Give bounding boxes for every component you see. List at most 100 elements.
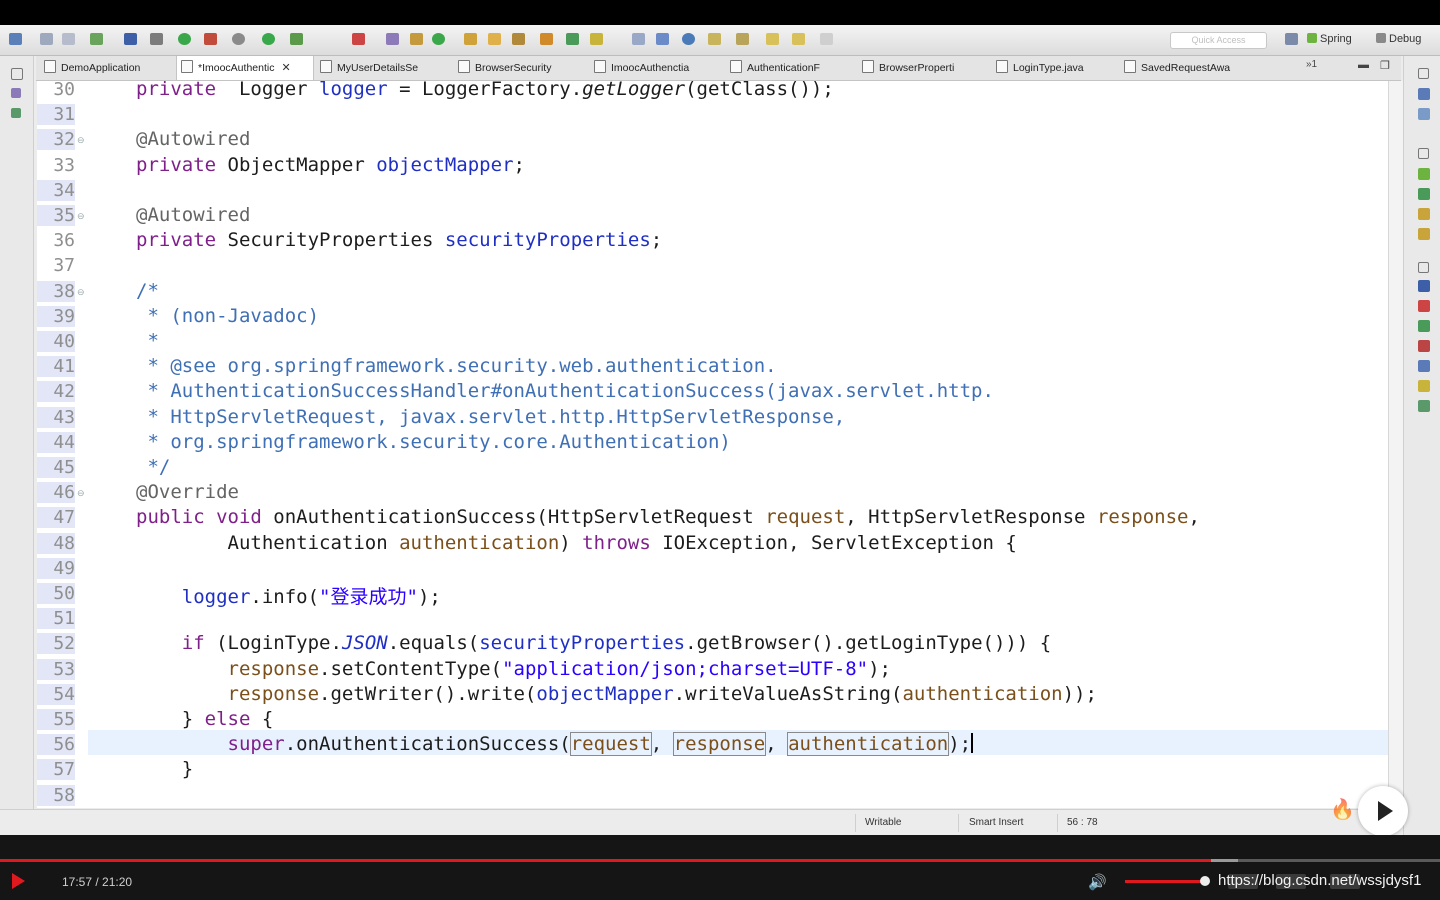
new-class-icon[interactable] bbox=[352, 33, 365, 45]
code-line[interactable]: response.getWriter().write(objectMapper.… bbox=[136, 683, 1097, 705]
restore-icon[interactable] bbox=[1418, 262, 1429, 273]
code-line[interactable]: * @see org.springframework.security.web.… bbox=[136, 355, 776, 377]
restore-icon[interactable] bbox=[1418, 68, 1429, 79]
brush-icon[interactable] bbox=[590, 33, 603, 45]
code-line[interactable]: @Override bbox=[136, 481, 239, 503]
restore-icon[interactable] bbox=[11, 68, 23, 80]
code-line[interactable]: /* bbox=[136, 280, 159, 302]
refresh-icon[interactable] bbox=[432, 33, 445, 45]
layout-icon[interactable] bbox=[632, 33, 645, 45]
spring-explorer-icon[interactable] bbox=[1418, 168, 1430, 180]
code-line[interactable]: */ bbox=[136, 456, 170, 478]
globe-icon[interactable] bbox=[682, 33, 695, 45]
run-icon[interactable] bbox=[262, 33, 275, 45]
open-perspective-icon[interactable] bbox=[1285, 33, 1298, 45]
code-line[interactable]: public void onAuthenticationSuccess(Http… bbox=[136, 506, 1200, 528]
code-line[interactable]: * HttpServletRequest, javax.servlet.http… bbox=[136, 406, 845, 428]
volume-icon[interactable]: 🔊 bbox=[1088, 873, 1107, 891]
tab-my-user-details[interactable]: MyUserDetailsSe bbox=[318, 56, 448, 80]
code-line[interactable]: super.onAuthenticationSuccess(request, r… bbox=[136, 732, 974, 757]
new-file-icon[interactable] bbox=[9, 33, 22, 45]
fold-collapse-icon[interactable]: ⊖ bbox=[77, 211, 85, 222]
call-hierarchy-icon[interactable] bbox=[1418, 400, 1430, 412]
save-all-icon[interactable] bbox=[62, 33, 75, 45]
back-icon[interactable] bbox=[766, 33, 779, 45]
code-line[interactable]: } else { bbox=[136, 708, 274, 730]
perspective-spring[interactable]: Spring bbox=[1307, 33, 1352, 45]
forward-disabled-icon[interactable] bbox=[820, 33, 833, 45]
external-tools-icon[interactable] bbox=[290, 33, 303, 45]
tab-imooc-authenctia[interactable]: ImoocAuthenctia bbox=[592, 56, 724, 80]
settings-gear-icon[interactable] bbox=[232, 33, 245, 45]
junit-icon[interactable] bbox=[1418, 228, 1430, 240]
debug-icon[interactable] bbox=[178, 33, 191, 45]
code-line[interactable]: * (non-Javadoc) bbox=[136, 305, 319, 327]
type-hierarchy-icon[interactable] bbox=[11, 108, 21, 118]
tab-demo-application[interactable]: DemoApplication bbox=[40, 56, 172, 80]
search-icon[interactable] bbox=[464, 33, 477, 45]
skip-breakpoints-icon[interactable] bbox=[150, 33, 163, 45]
volume-knob[interactable] bbox=[1200, 876, 1210, 886]
fold-collapse-icon[interactable]: ⊖ bbox=[77, 135, 85, 146]
maximize-icon[interactable]: ❐ bbox=[1380, 59, 1390, 72]
tab-browser-security[interactable]: BrowserSecurity bbox=[456, 56, 586, 80]
open-type-icon[interactable] bbox=[386, 33, 399, 45]
play-icon[interactable] bbox=[12, 873, 25, 889]
bookmark-icon[interactable] bbox=[540, 33, 553, 45]
progress-icon[interactable] bbox=[1418, 340, 1430, 352]
outline-icon[interactable] bbox=[1418, 88, 1430, 100]
git-icon[interactable] bbox=[1418, 188, 1430, 200]
pin-icon[interactable] bbox=[566, 33, 579, 45]
terminal-icon[interactable] bbox=[124, 33, 137, 45]
tab-saved-request[interactable]: SavedRequestAwa bbox=[1124, 56, 1264, 80]
folder-icon[interactable] bbox=[488, 33, 501, 45]
package-explorer-icon[interactable] bbox=[11, 88, 21, 98]
spring-boot-icon[interactable] bbox=[204, 33, 217, 45]
tab-imooc-authentic[interactable]: *ImoocAuthentic ✕ bbox=[176, 56, 314, 80]
code-line[interactable]: response.setContentType("application/jso… bbox=[136, 658, 891, 680]
pen-icon[interactable] bbox=[512, 33, 525, 45]
code-line[interactable]: * bbox=[136, 330, 158, 352]
task-list-icon[interactable] bbox=[1418, 108, 1430, 120]
code-line[interactable]: Authentication authentication) throws IO… bbox=[136, 532, 1017, 554]
close-icon[interactable]: ✕ bbox=[281, 62, 290, 74]
code-line[interactable]: @Autowired bbox=[136, 204, 250, 226]
perspective-debug[interactable]: Debug bbox=[1376, 33, 1421, 45]
code-line[interactable]: * org.springframework.security.core.Auth… bbox=[136, 431, 730, 453]
code-line[interactable]: } bbox=[136, 758, 193, 780]
search-results-icon[interactable] bbox=[1418, 360, 1430, 372]
history-icon[interactable] bbox=[1418, 380, 1430, 392]
open-task-icon[interactable] bbox=[410, 33, 423, 45]
code-line[interactable]: private Logger logger = LoggerFactory.ge… bbox=[136, 81, 834, 100]
code-line[interactable]: private SecurityProperties securityPrope… bbox=[136, 229, 662, 251]
problems-icon[interactable] bbox=[1418, 300, 1430, 312]
code-line[interactable]: logger.info("登录成功"); bbox=[136, 582, 441, 609]
save-icon[interactable] bbox=[40, 33, 53, 45]
tab-login-type[interactable]: LoginType.java bbox=[996, 56, 1120, 80]
volume-slider[interactable] bbox=[1125, 880, 1205, 883]
database-icon[interactable] bbox=[1418, 208, 1430, 220]
next-annotation-icon[interactable] bbox=[708, 33, 721, 45]
tab-browser-properti[interactable]: BrowserProperti bbox=[862, 56, 992, 80]
code-line[interactable]: @Autowired bbox=[136, 128, 250, 150]
restore-icon[interactable] bbox=[1418, 148, 1429, 159]
new-java-icon[interactable] bbox=[90, 33, 103, 45]
tab-authentication-f[interactable]: AuthenticationF bbox=[730, 56, 858, 80]
big-play-button[interactable] bbox=[1358, 786, 1408, 836]
fold-collapse-icon[interactable]: ⊖ bbox=[77, 287, 85, 298]
minimize-icon[interactable]: ▬ bbox=[1358, 59, 1369, 71]
vertical-scrollbar[interactable] bbox=[1388, 81, 1403, 808]
code-line[interactable]: if (LoginType.JSON.equals(securityProper… bbox=[136, 632, 1051, 654]
quick-access-input[interactable]: Quick Access bbox=[1170, 32, 1267, 49]
tabs-overflow-indicator[interactable]: »1 bbox=[1306, 59, 1317, 70]
forward-icon[interactable] bbox=[792, 33, 805, 45]
code-line[interactable]: private ObjectMapper objectMapper; bbox=[136, 154, 525, 176]
code-editor[interactable]: 30 31 32 ⊖ 33 34 35 ⊖ 36 37 38 ⊖ 39 40 41 42 43 44 45 46 ⊖ 47… bbox=[37, 81, 1388, 808]
progress-track[interactable] bbox=[0, 859, 1440, 862]
prev-annotation-icon[interactable] bbox=[736, 33, 749, 45]
code-line[interactable]: * AuthenticationSuccessHandler#onAuthent… bbox=[136, 380, 994, 402]
fold-collapse-icon[interactable]: ⊖ bbox=[77, 488, 85, 499]
servers-icon[interactable] bbox=[1418, 320, 1430, 332]
window-icon[interactable] bbox=[656, 33, 669, 45]
console-icon[interactable] bbox=[1418, 280, 1430, 292]
